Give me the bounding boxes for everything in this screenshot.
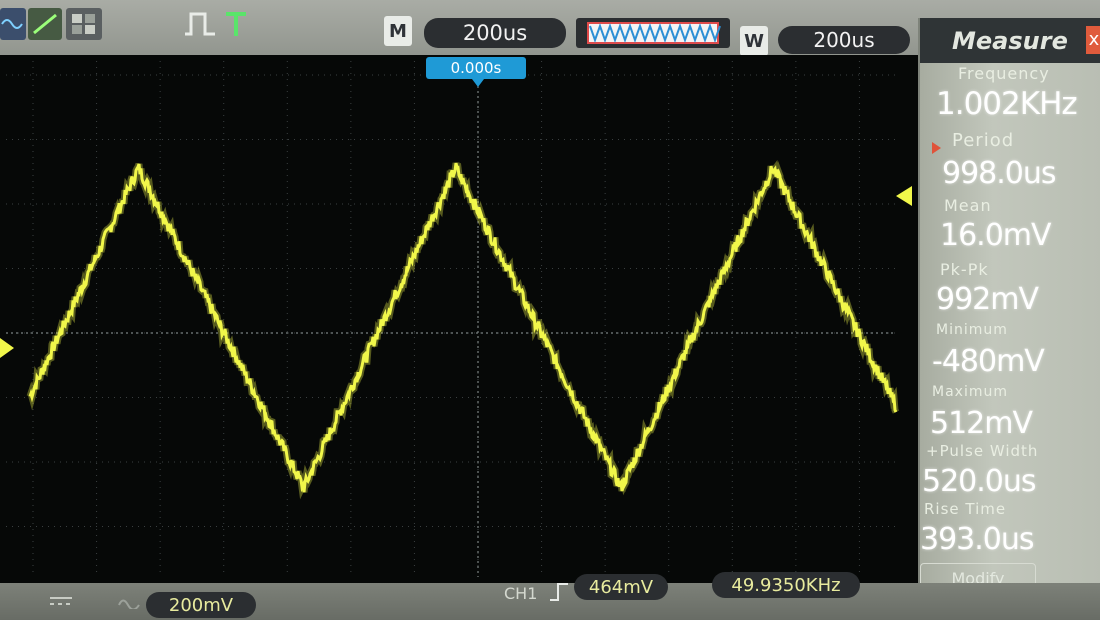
measure-label-mean: Mean — [944, 196, 992, 215]
measure-value-maximum: 512mV — [930, 406, 1033, 441]
measure-panel-title: Measure — [920, 18, 1100, 63]
grid-icon — [72, 14, 95, 34]
measure-value-pulse-width: 520.0us — [922, 464, 1037, 499]
memory-waveform-icon — [587, 22, 721, 44]
measure-label-pk-pk: Pk-Pk — [940, 260, 989, 279]
wave-icon — [1, 19, 23, 29]
trigger-source-label: CH1 — [504, 584, 538, 603]
trigger-time-label: 0.000s — [426, 57, 526, 79]
channel1-waveform-trace — [28, 162, 898, 493]
dc-coupling-icon — [50, 597, 72, 605]
trigger-position-marker[interactable] — [472, 79, 484, 87]
window-timebase-value[interactable]: 200us — [778, 26, 910, 54]
measure-label-period: Period — [952, 130, 1015, 151]
trigger-status-icon — [222, 8, 250, 40]
close-icon[interactable]: x — [1086, 26, 1100, 54]
ramp-mode-icon[interactable] — [28, 8, 62, 40]
measure-label-minimum: Minimum — [936, 322, 1008, 338]
measure-value-period: 998.0us — [942, 156, 1057, 191]
waveform-graticule — [6, 61, 900, 577]
main-timebase-value[interactable]: 200us — [424, 18, 566, 48]
measure-value-frequency: 1.002KHz — [936, 86, 1078, 122]
window-timebase-label: W — [740, 26, 768, 56]
ramp-icon — [33, 13, 57, 35]
t-icon — [226, 12, 246, 36]
measure-value-pk-pk: 992mV — [936, 282, 1039, 317]
pulse-trigger-icon[interactable] — [182, 8, 218, 40]
waveform-display[interactable] — [0, 55, 920, 583]
bandwidth-limit-icon — [118, 594, 140, 613]
measure-label-maximum: Maximum — [932, 384, 1008, 400]
channel1-coupling-icon — [48, 592, 74, 612]
measure-label-frequency: Frequency — [958, 64, 1050, 83]
channel1-scale[interactable]: 200mV — [146, 592, 256, 618]
rising-edge-icon — [548, 580, 570, 608]
main-timebase-label: M — [384, 16, 412, 46]
trigger-level-value[interactable]: 464mV — [574, 574, 668, 600]
measure-label-rise-time: Rise Time — [924, 500, 1007, 518]
waveform-mode-icon[interactable] — [0, 8, 26, 40]
channel1-ground-marker[interactable] — [0, 338, 14, 358]
bw-icon — [118, 599, 140, 611]
measure-panel: Measure x Frequency 1.002KHz Period 998.… — [918, 18, 1100, 610]
display-mode-icon[interactable] — [66, 8, 102, 40]
measure-value-rise-time: 393.0us — [920, 522, 1035, 557]
measure-value-mean: 16.0mV — [940, 218, 1052, 253]
trigger-level-marker[interactable] — [896, 186, 912, 206]
measure-value-minimum: -480mV — [932, 344, 1045, 379]
pulse-icon — [185, 12, 215, 36]
rising-edge-icon-svg — [550, 583, 568, 601]
period-selected-icon — [932, 142, 941, 154]
memory-depth-indicator[interactable] — [576, 18, 730, 48]
measure-label-pulse-width: +Pulse Width — [926, 442, 1039, 460]
trigger-frequency-value: 49.9350KHz — [712, 572, 860, 598]
